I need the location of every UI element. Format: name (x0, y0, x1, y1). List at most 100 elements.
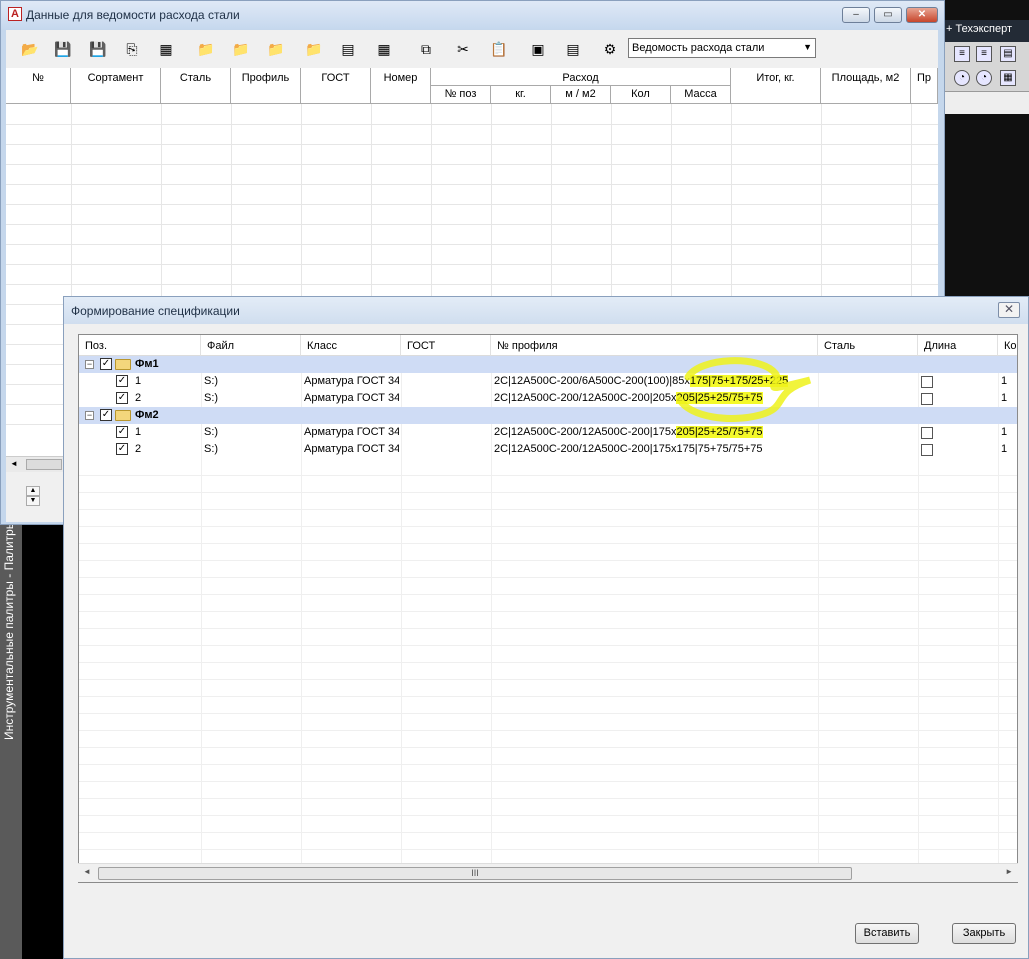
row-checkbox[interactable]: ✓ (116, 375, 128, 387)
grid-line (6, 244, 938, 245)
main-hscroll[interactable]: ◄ (6, 456, 64, 472)
delete-folder-icon[interactable]: 📁 (266, 39, 286, 59)
col-file[interactable]: Файл (201, 335, 301, 356)
gauge2-icon[interactable]: ◔ (976, 70, 992, 86)
row-line (79, 662, 1017, 663)
insert-button[interactable]: Вставить (855, 923, 919, 944)
calculator-icon[interactable]: ▦ (1000, 70, 1016, 86)
folder-arrow-icon[interactable]: 📁 (231, 39, 251, 59)
scroll-thumb[interactable] (26, 459, 62, 470)
collapse-icon[interactable]: − (85, 360, 94, 369)
col-steel[interactable]: Сталь (818, 335, 918, 356)
row-checkbox[interactable]: ✓ (116, 426, 128, 438)
open-folder-icon[interactable]: 📂 (20, 39, 40, 59)
length-checkbox[interactable] (921, 427, 933, 439)
grid-line (6, 224, 938, 225)
col-count[interactable]: Ко. (998, 335, 1017, 356)
subcol-kol[interactable]: Кол (611, 86, 671, 104)
calculator-icon[interactable]: ▦ (156, 39, 176, 59)
col-profile[interactable]: Профиль (231, 68, 301, 104)
table-row[interactable]: ✓ 1 S:) Арматура ГОСТ 34 2С|12А500С-200/… (79, 373, 1017, 390)
col-class[interactable]: Класс (301, 335, 401, 356)
col-steel[interactable]: Сталь (161, 68, 231, 104)
spin-down-icon[interactable]: ▼ (26, 496, 40, 506)
row-count: 1 (1001, 426, 1008, 438)
tool-icon[interactable]: ▤ (1000, 46, 1016, 62)
statement-type-select[interactable]: Ведомость расхода стали ▼ (628, 38, 816, 58)
delete-row-icon[interactable]: ▦ (374, 39, 394, 59)
row-file: S:) (204, 392, 219, 404)
row-count: 1 (1001, 375, 1008, 387)
col-length[interactable]: Длина (918, 335, 998, 356)
layers2-icon[interactable]: ≡ (976, 46, 992, 62)
folder-icon (115, 410, 131, 421)
profile-text: 2С|12А500С-200/12А500С-200|175х175| (494, 443, 698, 455)
row-checkbox[interactable]: ✓ (116, 392, 128, 404)
col-number[interactable]: № (6, 68, 71, 104)
settings-icon[interactable]: ⚙ (600, 39, 620, 59)
col-gost[interactable]: ГОСТ (301, 68, 371, 104)
col-area[interactable]: Площадь, м2 (821, 68, 911, 104)
subcol-pos[interactable]: № поз (431, 86, 491, 104)
excel-icon[interactable]: ▣ (528, 39, 548, 59)
minimize-button[interactable]: – (842, 7, 870, 23)
group-checkbox[interactable]: ✓ (100, 409, 112, 421)
close-button[interactable]: ✕ (906, 7, 938, 23)
col-sortament[interactable]: Сортамент (71, 68, 161, 104)
col-profile-no[interactable]: № профиля (491, 335, 818, 356)
folder-icon (115, 359, 131, 370)
col-gost[interactable]: ГОСТ (401, 335, 491, 356)
subcol-kg[interactable]: кг. (491, 86, 551, 104)
subcol-m-m2[interactable]: м / м2 (551, 86, 611, 104)
group-name: Фм2 (135, 409, 159, 421)
group-row[interactable]: − ✓ Фм1 (79, 356, 1017, 373)
table-row[interactable]: ✓ 2 S:) Арматура ГОСТ 34 2С|12А500С-200/… (79, 390, 1017, 407)
close-icon[interactable]: ✕ (998, 302, 1020, 318)
scroll-left-icon[interactable]: ◄ (10, 459, 18, 468)
row-checkbox[interactable]: ✓ (116, 443, 128, 455)
tool-palettes-bar[interactable]: Инструментальные палитры - Палитры (0, 510, 22, 959)
main-titlebar: A Данные для ведомости расхода стали – ▭… (1, 1, 944, 29)
export-icon[interactable]: ⎘ (122, 39, 142, 59)
spec-hscroll[interactable]: ◄ III ► (78, 863, 1018, 882)
scroll-left-icon[interactable]: ◄ (83, 867, 91, 876)
gauge-icon[interactable]: ◔ (954, 70, 970, 86)
length-checkbox[interactable] (921, 376, 933, 388)
table-row[interactable]: ✓ 2 S:) Арматура ГОСТ 34 2С|12А500С-200/… (79, 441, 1017, 458)
row-line (79, 713, 1017, 714)
scroll-right-icon[interactable]: ► (1005, 867, 1013, 876)
maximize-button[interactable]: ▭ (874, 7, 902, 23)
row-class: Арматура ГОСТ 34 (304, 392, 399, 404)
print-icon[interactable]: ▤ (563, 39, 583, 59)
col-nomer[interactable]: Номер (371, 68, 431, 104)
copy-icon[interactable]: ⧉ (416, 39, 436, 59)
cut-icon[interactable]: ✂ (453, 39, 473, 59)
group-checkbox[interactable]: ✓ (100, 358, 112, 370)
group-row[interactable]: − ✓ Фм2 (79, 407, 1017, 424)
save-as-icon[interactable]: 💾 (88, 39, 108, 59)
close-dialog-button[interactable]: Закрыть (952, 923, 1016, 944)
col-pr[interactable]: Пр (911, 68, 938, 104)
col-pos[interactable]: Поз. (79, 335, 201, 356)
spin-up-icon[interactable]: ▲ (26, 486, 40, 496)
col-raskhod[interactable]: Расход (431, 68, 731, 86)
profile-text: 2С|12А500С-200/12А500С-200|205х (494, 392, 677, 404)
add-pink-folder-icon[interactable]: 📁 (304, 39, 324, 59)
right-strip (940, 92, 1029, 114)
grid-line (6, 204, 938, 205)
insert-row-icon[interactable]: ▤ (338, 39, 358, 59)
add-folder-icon[interactable]: 📁 (196, 39, 216, 59)
techexpert-tab[interactable]: + Техэксперт (940, 20, 1029, 42)
col-total[interactable]: Итог, кг. (731, 68, 821, 104)
paste-icon[interactable]: 📋 (489, 39, 509, 59)
subcol-massa[interactable]: Масса (671, 86, 731, 104)
app-icon: A (8, 7, 22, 21)
length-checkbox[interactable] (921, 444, 933, 456)
spec-title: Формирование спецификации (71, 304, 240, 318)
collapse-icon[interactable]: − (85, 411, 94, 420)
save-icon[interactable]: 💾 (53, 39, 73, 59)
scroll-thumb[interactable]: III (98, 867, 852, 880)
length-checkbox[interactable] (921, 393, 933, 405)
layers-icon[interactable]: ≡ (954, 46, 970, 62)
table-row[interactable]: ✓ 1 S:) Арматура ГОСТ 34 2С|12А500С-200/… (79, 424, 1017, 441)
